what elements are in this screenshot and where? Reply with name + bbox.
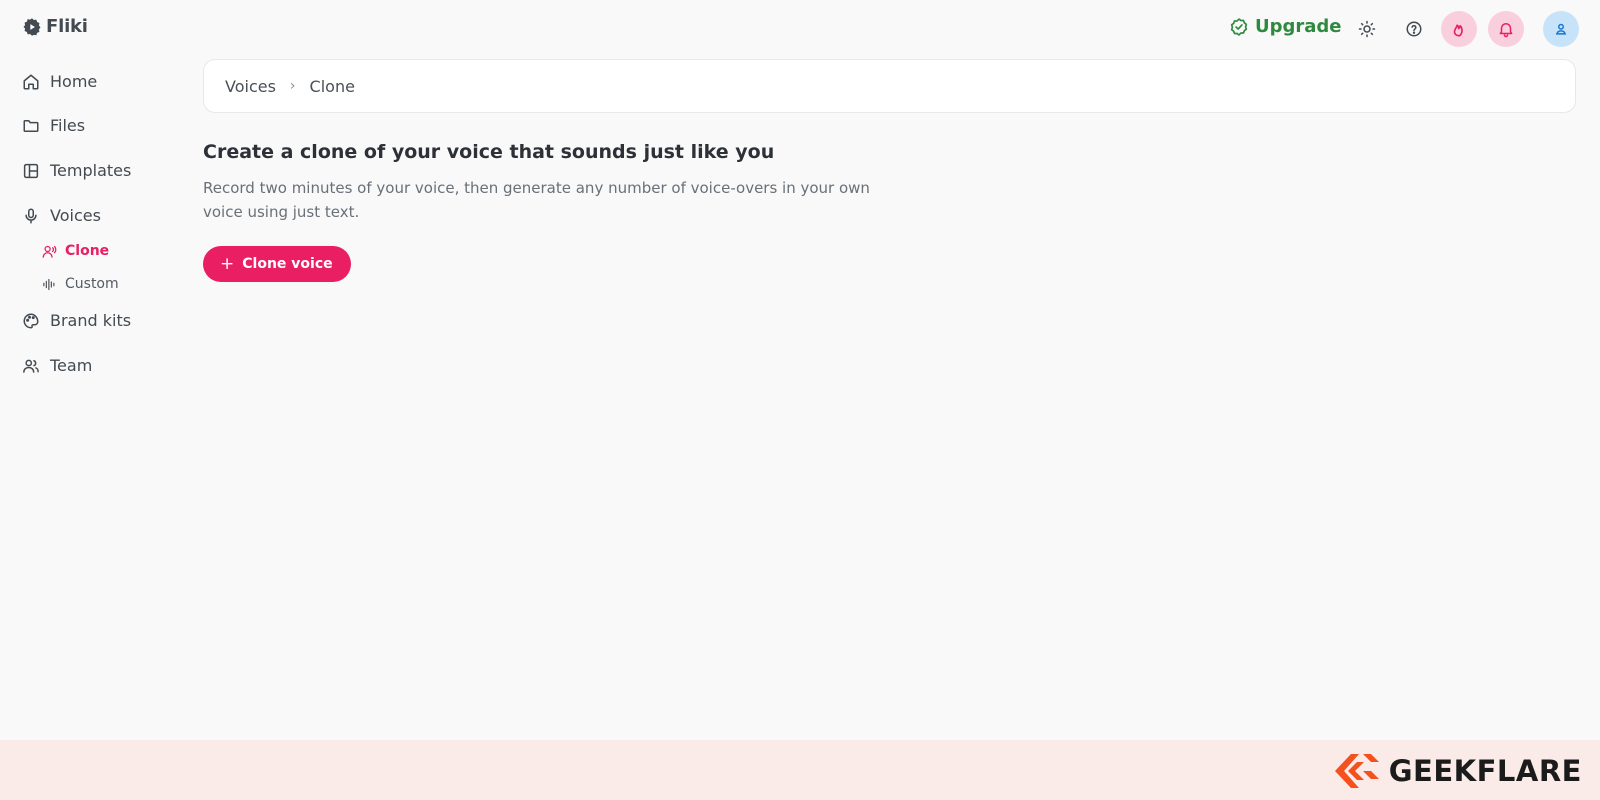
sidebar-item-files[interactable]: Files: [22, 116, 85, 135]
watermark-text: GEEKFLARE: [1388, 754, 1582, 788]
sidebar-item-label: Team: [50, 356, 93, 375]
user-avatar-icon: [1555, 23, 1567, 35]
app-logo[interactable]: Fliki: [22, 16, 88, 37]
sidebar-item-brand-kits[interactable]: Brand kits: [22, 311, 131, 330]
theme-toggle-button[interactable]: [1349, 11, 1385, 47]
sidebar-item-team[interactable]: Team: [22, 356, 92, 375]
watermark-band: GEEKFLARE: [0, 740, 1600, 800]
upgrade-label: Upgrade: [1255, 16, 1342, 37]
chevron-right-icon: ›: [289, 78, 296, 94]
breadcrumb-current: Clone: [309, 76, 355, 96]
sidebar-item-label: Templates: [50, 161, 132, 180]
help-button[interactable]: [1396, 11, 1432, 47]
sidebar-item-label: Voices: [50, 206, 101, 225]
theme-toggle-icon: [1358, 20, 1376, 38]
sidebar-item-label: Brand kits: [50, 311, 132, 330]
page-description: Record two minutes of your voice, then g…: [203, 179, 870, 221]
sidebar-subitem-clone[interactable]: Clone: [42, 243, 109, 259]
sidebar-subitem-label: Clone: [65, 243, 110, 259]
notifications-bell-icon: [1499, 23, 1513, 38]
sidebar-subitem-custom[interactable]: Custom: [42, 276, 119, 292]
plus-icon: +: [220, 254, 235, 274]
templates-icon: [23, 163, 39, 178]
verified-badge-icon: [1230, 17, 1248, 36]
sidebar: Fliki Home Files Templates Voices Clone: [0, 0, 180, 740]
breadcrumb-voices-link[interactable]: Voices: [225, 77, 276, 96]
palette-icon: [23, 312, 39, 329]
sidebar-item-voices[interactable]: Voices: [22, 206, 101, 225]
sidebar-item-home[interactable]: Home: [22, 72, 97, 91]
folder-icon: [23, 119, 39, 132]
notifications-button[interactable]: [1488, 11, 1524, 47]
upgrade-button[interactable]: Upgrade: [1229, 16, 1342, 37]
app-name: Fliki: [46, 16, 88, 37]
geekflare-watermark: GEEKFLARE: [1333, 752, 1582, 790]
sidebar-item-templates[interactable]: Templates: [22, 161, 131, 180]
fliki-logo-icon: [23, 17, 41, 36]
user-menu-button[interactable]: [1543, 11, 1579, 47]
sidebar-item-label: Home: [50, 72, 98, 91]
sidebar-item-label: Files: [50, 116, 86, 135]
team-icon: [23, 359, 39, 373]
waveform-icon: [43, 278, 55, 290]
voice-clone-icon: [42, 245, 57, 258]
breadcrumb: Voices › Clone: [203, 59, 1576, 113]
sidebar-subitem-label: Custom: [65, 276, 119, 292]
clone-voice-label: Clone voice: [242, 256, 333, 272]
help-icon: [1406, 21, 1422, 37]
clone-voice-button[interactable]: + Clone voice: [203, 246, 351, 282]
microphone-icon: [25, 208, 37, 223]
home-icon: [23, 74, 39, 89]
streak-button[interactable]: [1441, 11, 1477, 47]
streak-flame-icon: [1453, 24, 1463, 37]
geekflare-logo-icon: [1334, 754, 1379, 788]
app-root: Fliki Home Files Templates Voices Clone: [0, 0, 1600, 740]
page-heading: Create a clone of your voice that sounds…: [203, 141, 775, 163]
